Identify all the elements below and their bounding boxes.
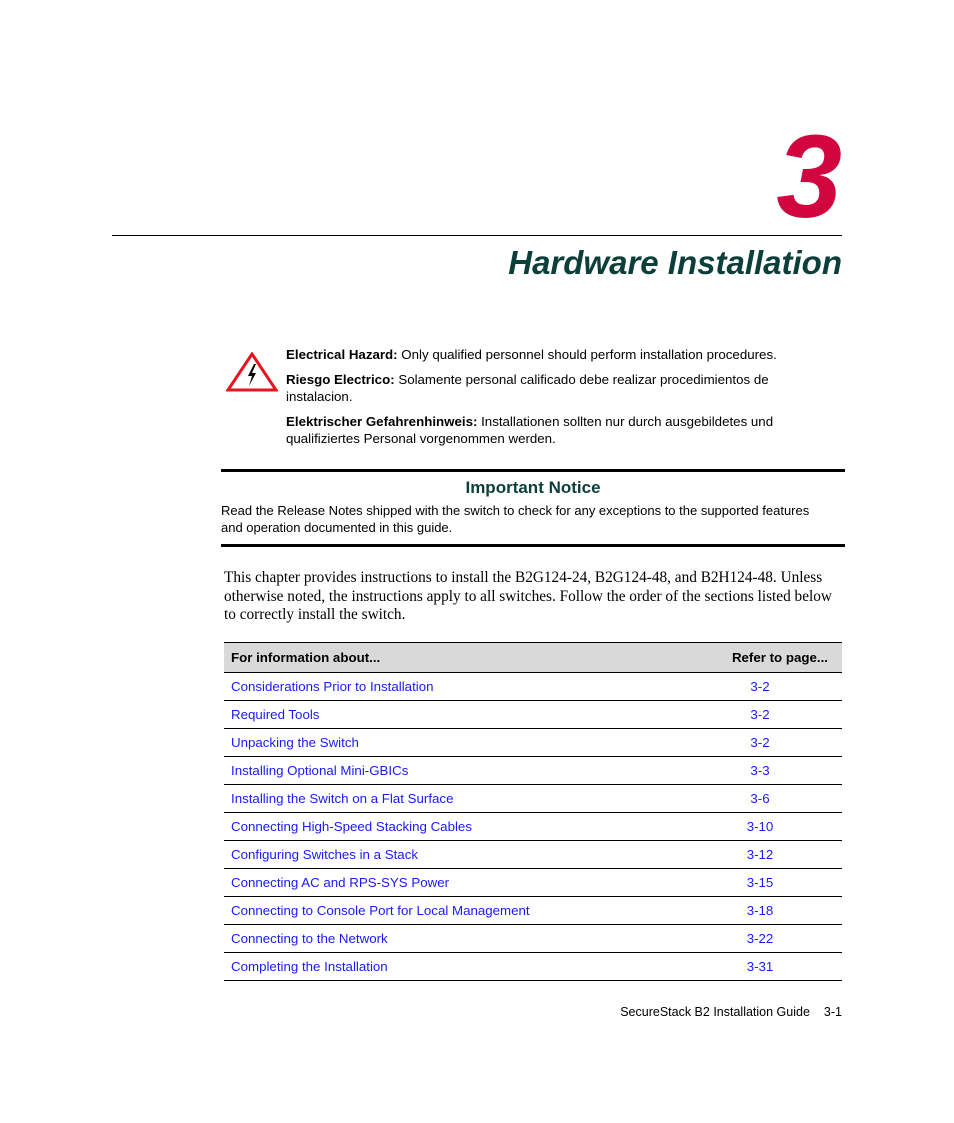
hazard-warning-en: Electrical Hazard: Only qualified person… — [286, 346, 831, 363]
page-cell: 3-12 — [700, 840, 842, 869]
header-page: Refer to page... — [700, 642, 842, 673]
topic-cell: Installing Optional Mini-GBICs — [224, 756, 700, 785]
page-link[interactable]: 3-31 — [747, 959, 774, 974]
table-row: Connecting to Console Port for Local Man… — [224, 896, 842, 925]
topic-link[interactable]: Required Tools — [231, 707, 319, 722]
topic-link[interactable]: Configuring Switches in a Stack — [231, 847, 418, 862]
topic-cell: Connecting AC and RPS-SYS Power — [224, 868, 700, 897]
table-row: Connecting to the Network 3-22 — [224, 924, 842, 953]
table-row: Completing the Installation 3-31 — [224, 952, 842, 981]
table-row: Connecting High-Speed Stacking Cables 3-1… — [224, 812, 842, 841]
topic-link[interactable]: Installing Optional Mini-GBICs — [231, 763, 408, 778]
important-notice: Important Notice Read the Release Notes … — [221, 469, 845, 547]
topic-link[interactable]: Completing the Installation — [231, 959, 388, 974]
page-link[interactable]: 3-15 — [747, 875, 774, 890]
hazard-label: Riesgo Electrico: — [286, 372, 395, 387]
topic-link[interactable]: Unpacking the Switch — [231, 735, 359, 750]
page-link[interactable]: 3-2 — [750, 735, 769, 750]
header-topic: For information about... — [224, 642, 700, 673]
page-cell: 3-18 — [700, 896, 842, 925]
topic-link[interactable]: Connecting AC and RPS-SYS Power — [231, 875, 449, 890]
chapter-title: Hardware Installation — [508, 244, 842, 281]
table-row: Unpacking the Switch 3-2 — [224, 728, 842, 757]
hazard-label: Electrical Hazard: — [286, 347, 398, 362]
hazard-label: Elektrischer Gefahrenhinweis: — [286, 414, 478, 429]
page-link[interactable]: 3-10 — [747, 819, 774, 834]
topic-cell: Connecting to the Network — [224, 924, 700, 953]
topic-cell: Installing the Switch on a Flat Surface — [224, 784, 700, 813]
hazard-warning-es: Riesgo Electrico: Solamente personal cal… — [286, 371, 831, 405]
topic-link[interactable]: Connecting High-Speed Stacking Cables — [231, 819, 472, 834]
section-table: For information about... Refer to page..… — [224, 642, 842, 981]
page-footer: SecureStack B2 Installation Guide 3-1 — [620, 1005, 842, 1019]
hazard-text: Only qualified personnel should perform … — [397, 347, 777, 362]
hazard-warnings: Electrical Hazard: Only qualified person… — [286, 346, 831, 455]
page-link[interactable]: 3-6 — [750, 791, 769, 806]
title-divider — [112, 235, 842, 236]
table-row: Installing Optional Mini-GBICs 3-3 — [224, 756, 842, 785]
page-link[interactable]: 3-2 — [750, 679, 769, 694]
page-cell: 3-15 — [700, 868, 842, 897]
page-cell: 3-2 — [700, 700, 842, 729]
topic-cell: Configuring Switches in a Stack — [224, 840, 700, 869]
topic-cell: Required Tools — [224, 700, 700, 729]
page-link[interactable]: 3-22 — [747, 931, 774, 946]
topic-link[interactable]: Installing the Switch on a Flat Surface — [231, 791, 453, 806]
page-cell: 3-2 — [700, 672, 842, 701]
hazard-warning-de: Elektrischer Gefahrenhinweis: Installati… — [286, 413, 831, 447]
page-cell: 3-31 — [700, 952, 842, 981]
page-link[interactable]: 3-2 — [750, 707, 769, 722]
topic-link[interactable]: Considerations Prior to Installation — [231, 679, 434, 694]
topic-link[interactable]: Connecting to the Network — [231, 931, 388, 946]
topic-cell: Completing the Installation — [224, 952, 700, 981]
electrical-hazard-icon — [226, 352, 278, 392]
page-link[interactable]: 3-18 — [747, 903, 774, 918]
notice-text: Read the Release Notes shipped with the … — [221, 503, 810, 535]
table-row: Configuring Switches in a Stack 3-12 — [224, 840, 842, 869]
topic-cell: Considerations Prior to Installation — [224, 672, 700, 701]
page-cell: 3-3 — [700, 756, 842, 785]
notice-title: Important Notice — [465, 478, 601, 497]
page-cell: 3-2 — [700, 728, 842, 757]
footer-guide-title: SecureStack B2 Installation Guide — [620, 1005, 810, 1019]
table-row: Required Tools 3-2 — [224, 700, 842, 729]
intro-paragraph: This chapter provides instructions to in… — [224, 569, 832, 623]
page-cell: 3-10 — [700, 812, 842, 841]
topic-cell: Connecting High-Speed Stacking Cables — [224, 812, 700, 841]
page-cell: 3-22 — [700, 924, 842, 953]
table-row: Installing the Switch on a Flat Surface 3… — [224, 784, 842, 813]
table-row: Connecting AC and RPS-SYS Power 3-15 — [224, 868, 842, 897]
page-cell: 3-6 — [700, 784, 842, 813]
page-link[interactable]: 3-12 — [747, 847, 774, 862]
topic-link[interactable]: Connecting to Console Port for Local Man… — [231, 903, 530, 918]
table-header-row: For information about... Refer to page..… — [224, 642, 842, 673]
chapter-number: 3 — [776, 111, 842, 243]
table-row: Considerations Prior to Installation 3-2 — [224, 672, 842, 701]
footer-page-number: 3-1 — [823, 1005, 842, 1019]
topic-cell: Unpacking the Switch — [224, 728, 700, 757]
topic-cell: Connecting to Console Port for Local Man… — [224, 896, 700, 925]
page-link[interactable]: 3-3 — [750, 763, 769, 778]
